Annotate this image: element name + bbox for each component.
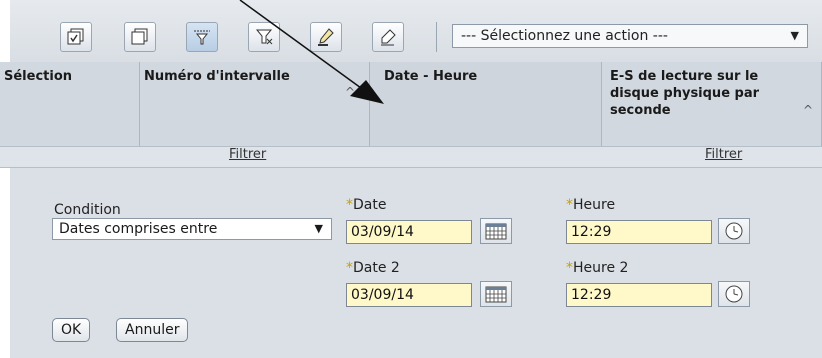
- show-filter-row-icon: [194, 30, 210, 45]
- date2-label: *Date 2: [346, 260, 400, 276]
- clock-icon: [725, 222, 743, 240]
- deselect-all-button[interactable]: [124, 22, 156, 52]
- time-label: *Heure: [566, 197, 615, 213]
- condition-value: Dates comprises entre: [59, 221, 218, 237]
- edit-sort-icon: [318, 28, 334, 46]
- clear-filters-icon: [255, 29, 273, 45]
- column-header-disk-reads[interactable]: E-S de lecture sur le disque physique pa…: [602, 62, 822, 146]
- select-all-button[interactable]: [60, 22, 92, 52]
- calendar-icon: [485, 286, 507, 303]
- condition-label: Condition: [54, 202, 121, 218]
- column-label: Numéro d'intervalle: [144, 69, 290, 84]
- column-label: Date - Heure: [384, 69, 478, 84]
- time-label-text: Heure: [573, 197, 616, 213]
- select-all-icon: [67, 28, 84, 45]
- calendar-icon: [485, 223, 507, 240]
- toolbar-separator: [436, 22, 437, 52]
- chevron-down-icon: ▼: [790, 29, 799, 42]
- time2-label-text: Heure 2: [573, 260, 629, 276]
- clear-sort-button[interactable]: [372, 22, 404, 52]
- time-picker-button[interactable]: [718, 218, 750, 244]
- filter-row: [0, 146, 822, 168]
- required-marker: *: [566, 197, 573, 213]
- action-select[interactable]: --- Sélectionnez une action --- ▼: [452, 24, 808, 48]
- condition-select[interactable]: Dates comprises entre ▼: [52, 218, 332, 240]
- filter-link-interval-number[interactable]: Filtrer: [229, 147, 266, 162]
- column-label: E-S de lecture sur le disque physique pa…: [610, 69, 760, 118]
- date-label-text: Date: [353, 197, 387, 213]
- date2-input[interactable]: 03/09/14: [346, 283, 472, 307]
- column-label: Sélection: [4, 69, 73, 84]
- date2-label-text: Date 2: [353, 260, 400, 276]
- required-marker: *: [346, 197, 353, 213]
- time2-input[interactable]: 12:29: [566, 283, 712, 307]
- cancel-button[interactable]: Annuler: [116, 318, 189, 342]
- sort-ascending-icon[interactable]: ^: [803, 102, 813, 119]
- time2-picker-button[interactable]: [718, 281, 750, 307]
- required-marker: *: [566, 260, 573, 276]
- required-marker: *: [346, 260, 353, 276]
- sort-ascending-icon[interactable]: ^: [345, 84, 355, 101]
- column-header-selection: Sélection: [0, 62, 140, 146]
- column-header-interval-number[interactable]: Numéro d'intervalle ^: [140, 62, 370, 146]
- time-input[interactable]: 12:29: [566, 220, 712, 244]
- clear-filters-button[interactable]: [248, 22, 280, 52]
- show-filter-row-button[interactable]: [186, 22, 218, 52]
- date2-picker-button[interactable]: [480, 281, 512, 307]
- clock-icon: [725, 285, 743, 303]
- deselect-all-icon: [131, 28, 148, 45]
- column-header-date-time[interactable]: Date - Heure: [370, 62, 602, 146]
- time2-label: *Heure 2: [566, 260, 628, 276]
- date-label: *Date: [346, 197, 386, 213]
- action-select-label: --- Sélectionnez une action ---: [461, 28, 668, 44]
- clear-sort-icon: [381, 29, 396, 46]
- date-input[interactable]: 03/09/14: [346, 220, 472, 244]
- date-picker-button[interactable]: [480, 218, 512, 244]
- ok-button[interactable]: OK: [52, 318, 91, 342]
- chevron-down-icon: ▼: [314, 222, 323, 235]
- edit-sort-button[interactable]: [310, 22, 342, 52]
- filter-link-disk-reads[interactable]: Filtrer: [705, 147, 742, 162]
